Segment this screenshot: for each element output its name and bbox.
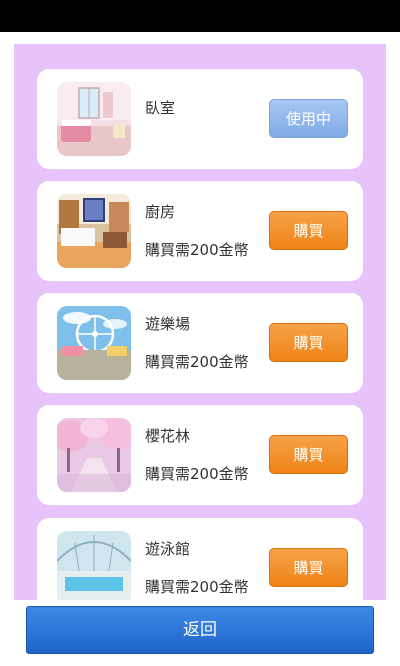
buy-button[interactable]: 購買 [269,435,348,474]
list-item-kitchen: 廚房 購買需200金幣 購買 [37,181,363,281]
room-list-panel[interactable]: 臥室 使用中 廚房 購買需200金幣 購買 遊樂場 購買需200金幣 購買 櫻花… [14,44,386,600]
room-name: 廚房 [145,203,176,221]
swimming-hall-thumbnail [57,531,131,600]
cherry-grove-thumbnail [57,418,131,492]
room-price: 購買需200金幣 [145,353,249,371]
buy-button[interactable]: 購買 [269,323,348,362]
kitchen-thumbnail [57,194,131,268]
list-item-bedroom: 臥室 使用中 [37,69,363,169]
in-use-button[interactable]: 使用中 [269,99,348,138]
playground-thumbnail [57,306,131,380]
list-item-cherry-grove: 櫻花林 購買需200金幣 購買 [37,405,363,505]
list-item-swimming-hall: 遊泳館 購買需200金幣 購買 [37,518,363,600]
back-button[interactable]: 返回 [26,606,374,654]
status-bar [0,0,400,32]
bedroom-thumbnail [57,82,131,156]
buy-button[interactable]: 購買 [269,211,348,250]
room-price: 購買需200金幣 [145,241,249,259]
room-name: 臥室 [145,99,176,117]
room-name: 櫻花林 [145,427,191,445]
room-name: 遊樂場 [145,315,191,333]
room-name: 遊泳館 [145,540,191,558]
buy-button[interactable]: 購買 [269,548,348,587]
room-price: 購買需200金幣 [145,578,249,596]
room-price: 購買需200金幣 [145,465,249,483]
list-item-playground: 遊樂場 購買需200金幣 購買 [37,293,363,393]
